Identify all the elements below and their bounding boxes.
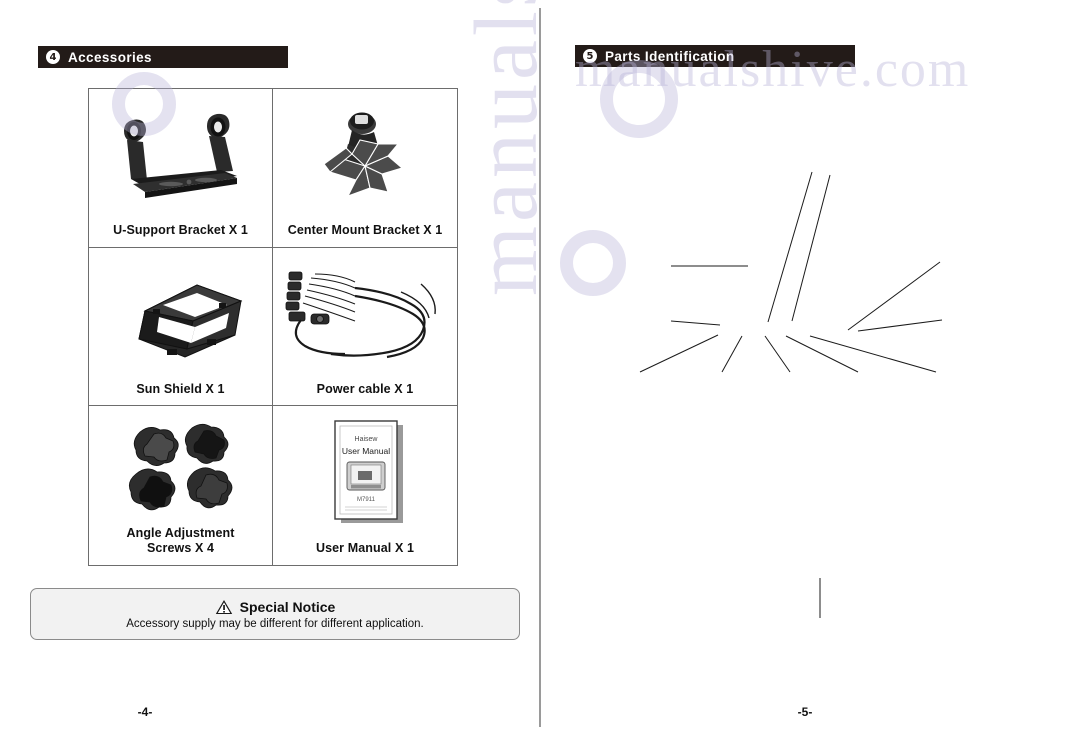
svg-text:Haisew: Haisew — [355, 436, 379, 443]
page-left: 4 Accessories U-Support Bracket X 1 Cent… — [0, 0, 540, 735]
section-header-parts-identification: 5 Parts Identification — [575, 45, 855, 67]
callout-leader-lines — [639, 171, 943, 618]
svg-text:User Manual: User Manual — [342, 446, 390, 456]
accessory-label-line2: Screws X 4 — [146, 541, 214, 556]
page-right: 5 Parts Identification In MEN — [540, 0, 1080, 735]
section-header-accessories: 4 Accessories — [38, 46, 288, 68]
section-title: Accessories — [68, 49, 152, 65]
accessory-label: Angle Adjustment Screws X 4 — [126, 526, 234, 557]
section-number-badge: 4 — [46, 50, 60, 64]
accessory-label: U-Support Bracket X 1 — [113, 223, 248, 238]
special-notice-box: Special Notice Accessory supply may be d… — [30, 588, 520, 640]
sun-shield-image — [89, 248, 272, 382]
section-title: Parts Identification — [605, 48, 735, 64]
power-cable-image — [273, 248, 457, 382]
warning-triangle-icon — [215, 599, 233, 615]
center-mount-bracket-image — [273, 89, 457, 223]
angle-adjustment-screws-image — [89, 406, 272, 525]
page-spine-divider — [539, 8, 541, 727]
accessory-cell-sun-shield: Sun Shield X 1 — [89, 247, 273, 407]
page-number-left: -4- — [137, 705, 153, 719]
accessory-label: Power cable X 1 — [316, 381, 414, 396]
accessory-cell-power-cable: Power cable X 1 — [273, 248, 457, 407]
accessories-table: U-Support Bracket X 1 Center Mount Brack… — [88, 88, 458, 566]
user-manual-image: Haisew User Manual M7911 — [273, 406, 457, 541]
accessory-label: Sun Shield X 1 — [136, 381, 225, 396]
accessory-cell-u-support-bracket: U-Support Bracket X 1 — [89, 89, 273, 248]
accessory-cell-user-manual: Haisew User Manual M7911 User Manual X 1 — [273, 406, 457, 565]
special-notice-title: Special Notice — [239, 598, 336, 615]
accessory-label: Center Mount Bracket X 1 — [287, 223, 443, 238]
u-support-bracket-image — [89, 89, 272, 223]
special-notice-body: Accessory supply may be different for di… — [126, 617, 424, 630]
accessory-label-line1: Angle Adjustment — [126, 525, 235, 540]
section-number-badge: 5 — [583, 49, 597, 63]
svg-text:M7911: M7911 — [357, 497, 376, 503]
accessory-cell-center-mount-bracket: Center Mount Bracket X 1 — [273, 89, 457, 248]
accessory-label: User Manual X 1 — [315, 541, 415, 556]
special-notice-header: Special Notice — [215, 598, 336, 615]
page-number-right: -5- — [797, 705, 813, 719]
accessory-cell-angle-adjustment-screws: Angle Adjustment Screws X 4 — [89, 406, 273, 565]
